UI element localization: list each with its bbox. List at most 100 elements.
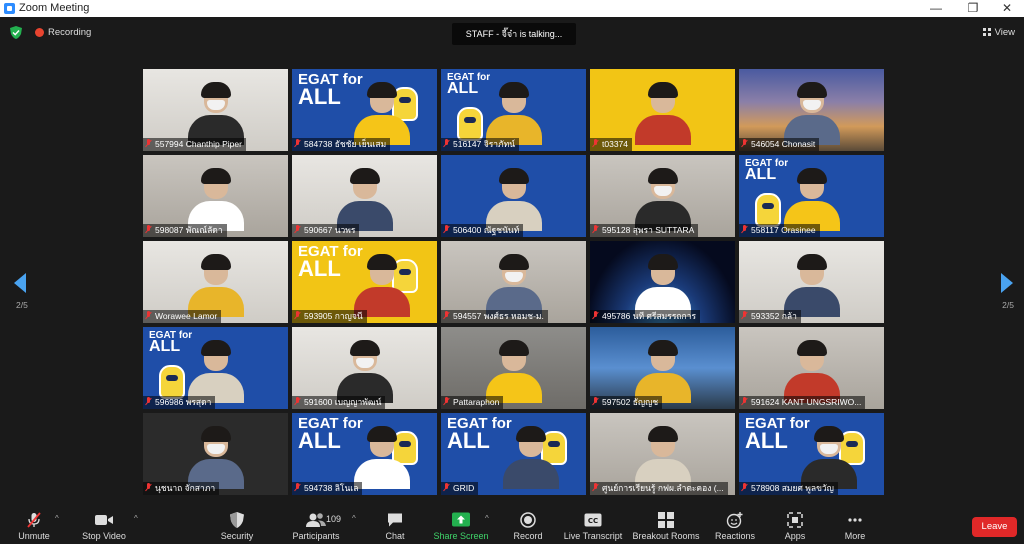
muted-mic-icon bbox=[443, 397, 450, 406]
participant-name: 578908 สมยศ พูลขวัญ bbox=[751, 483, 834, 493]
participant-tile[interactable]: 597502 ธัญญช bbox=[590, 327, 735, 409]
svg-text:CC: CC bbox=[588, 517, 598, 525]
unmute-label: Unmute bbox=[18, 531, 50, 541]
participant-tile[interactable]: 591600 เบญญาพัฒน์ bbox=[292, 327, 437, 409]
unmute-button[interactable]: Unmute bbox=[14, 506, 54, 544]
participant-tile[interactable]: 546054 Chonasit bbox=[739, 69, 884, 151]
muted-mic-icon bbox=[294, 225, 301, 234]
participant-tile[interactable]: 506400 ณัฐชนันท์ bbox=[441, 155, 586, 237]
security-label: Security bbox=[220, 531, 254, 541]
participant-tile[interactable]: 495786 นที ศรีสมรรถการ bbox=[590, 241, 735, 323]
participant-tile[interactable]: EGAT for ALL 516147 จิราภัทน์ bbox=[441, 69, 586, 151]
breakout-rooms-button[interactable]: Breakout Rooms bbox=[632, 506, 700, 544]
participant-avatar bbox=[783, 82, 840, 145]
participant-tile[interactable]: EGAT for ALL 596986 พรสุดา bbox=[143, 327, 288, 409]
participant-avatar bbox=[783, 254, 840, 317]
chat-button[interactable]: Chat bbox=[378, 506, 412, 544]
participant-tile[interactable]: EGAT for ALL GRID bbox=[441, 413, 586, 495]
maximize-button[interactable]: ❐ bbox=[956, 0, 990, 17]
participant-name-bar: 593905 กาญจนี bbox=[292, 310, 367, 323]
view-button[interactable]: View bbox=[982, 27, 1015, 38]
participant-name: t03374 bbox=[602, 139, 628, 149]
window-titlebar: Zoom Meeting — ❐ ✕ bbox=[0, 0, 1024, 17]
participant-tile[interactable]: EGAT for ALL 558117 Orasinee bbox=[739, 155, 884, 237]
muted-mic-icon bbox=[443, 311, 450, 320]
participant-name-bar: 598087 พัณณ์ลัดา bbox=[143, 224, 227, 237]
mascot-icon bbox=[457, 107, 483, 141]
participant-tile[interactable]: 590667 นวพร bbox=[292, 155, 437, 237]
stop-video-label: Stop Video bbox=[82, 531, 126, 541]
participant-tile[interactable]: Worawee Lamor bbox=[143, 241, 288, 323]
security-button[interactable]: Security bbox=[218, 506, 256, 544]
participant-avatar bbox=[336, 168, 393, 231]
egat-for-all-banner: EGAT for ALL bbox=[149, 331, 192, 355]
participant-tile[interactable]: t03374 bbox=[590, 69, 735, 151]
participant-name-bar: 596986 พรสุดา bbox=[143, 396, 216, 409]
minimize-button[interactable]: — bbox=[919, 0, 953, 17]
participants-options-chevron-icon[interactable]: ^ bbox=[352, 514, 356, 523]
recording-label[interactable]: Recording bbox=[48, 27, 91, 38]
participant-name-bar: 597502 ธัญญช bbox=[590, 396, 663, 409]
participant-name-bar: 594557 พงศ์ธร หอมช-ม. bbox=[441, 310, 548, 323]
participant-avatar bbox=[783, 340, 840, 403]
more-button[interactable]: More bbox=[838, 506, 872, 544]
participant-avatar bbox=[187, 426, 244, 489]
reactions-button[interactable]: Reactions bbox=[712, 506, 758, 544]
participant-tile[interactable]: 595128 สุพรา SUTTARA bbox=[590, 155, 735, 237]
video-options-chevron-icon[interactable]: ^ bbox=[134, 514, 138, 523]
closed-caption-icon: CC bbox=[584, 513, 602, 527]
participant-name-bar: 584738 ธัชชัย เย็นเสม bbox=[292, 138, 391, 151]
participant-name-bar: Pattaraphon bbox=[441, 396, 504, 409]
participant-name-bar: GRID bbox=[441, 482, 479, 495]
participant-tile[interactable]: EGAT for ALL 594738 ลิโนเล bbox=[292, 413, 437, 495]
apps-button[interactable]: Apps bbox=[780, 506, 810, 544]
participants-button[interactable]: Participants bbox=[290, 506, 342, 544]
participant-avatar bbox=[634, 340, 691, 403]
muted-mic-icon bbox=[145, 139, 152, 148]
participant-tile[interactable]: 598087 พัณณ์ลัดา bbox=[143, 155, 288, 237]
share-screen-label: Share Screen bbox=[433, 531, 489, 541]
egat-for-all-banner: EGAT for ALL bbox=[745, 159, 788, 183]
participant-name-bar: Worawee Lamor bbox=[143, 310, 222, 323]
participant-tile[interactable]: EGAT for ALL 593905 กาญจนี bbox=[292, 241, 437, 323]
participant-tile[interactable]: 593352 กล้า bbox=[739, 241, 884, 323]
live-transcript-label: Live Transcript bbox=[563, 531, 623, 541]
next-page-arrow-icon[interactable] bbox=[1001, 273, 1013, 293]
participant-name-bar: 516147 จิราภัทน์ bbox=[441, 138, 520, 151]
participant-tile[interactable]: ศูนย์การเรียนรู้ กฟผ.ลำตะคอง (... bbox=[590, 413, 735, 495]
share-screen-button[interactable]: Share Screen bbox=[432, 506, 490, 544]
record-button[interactable]: Record bbox=[510, 506, 546, 544]
participant-name: 506400 ณัฐชนันท์ bbox=[453, 225, 520, 235]
chat-label: Chat bbox=[385, 531, 405, 541]
apps-icon bbox=[787, 512, 803, 528]
stop-video-button[interactable]: Stop Video bbox=[78, 506, 130, 544]
participant-tile[interactable]: 591624 KANT UNGSRIWO... bbox=[739, 327, 884, 409]
participant-avatar bbox=[485, 82, 542, 145]
participant-avatar bbox=[485, 340, 542, 403]
participant-tile[interactable]: นุชนาถ จักสาภา bbox=[143, 413, 288, 495]
close-button[interactable]: ✕ bbox=[990, 0, 1024, 17]
participant-tile[interactable]: 557994 Chanthip Piper bbox=[143, 69, 288, 151]
audio-options-chevron-icon[interactable]: ^ bbox=[55, 514, 59, 523]
participant-avatar bbox=[187, 82, 244, 145]
live-transcript-button[interactable]: CC Live Transcript bbox=[562, 506, 624, 544]
previous-page-arrow-icon[interactable] bbox=[14, 273, 26, 293]
participant-tile[interactable]: EGAT for ALL 578908 สมยศ พูลขวัญ bbox=[739, 413, 884, 495]
muted-mic-icon bbox=[443, 139, 450, 148]
participant-avatar bbox=[783, 168, 840, 231]
participant-name: ศูนย์การเรียนรู้ กฟผ.ลำตะคอง (... bbox=[602, 483, 724, 493]
participant-tile[interactable]: 594557 พงศ์ธร หอมช-ม. bbox=[441, 241, 586, 323]
participant-avatar bbox=[502, 426, 559, 489]
leave-button[interactable]: Leave bbox=[972, 517, 1017, 537]
participant-tile[interactable]: EGAT for ALL 584738 ธัชชัย เย็นเสม bbox=[292, 69, 437, 151]
participant-name-bar: 557994 Chanthip Piper bbox=[143, 138, 246, 151]
participant-name: 546054 Chonasit bbox=[751, 139, 816, 149]
participant-tile[interactable]: Pattaraphon bbox=[441, 327, 586, 409]
participant-avatar bbox=[634, 426, 691, 489]
muted-mic-icon bbox=[592, 139, 599, 148]
participant-name-bar: 578908 สมยศ พูลขวัญ bbox=[739, 482, 838, 495]
share-options-chevron-icon[interactable]: ^ bbox=[485, 514, 489, 523]
encryption-shield-icon[interactable] bbox=[10, 26, 22, 39]
record-icon bbox=[520, 512, 536, 528]
participant-name-bar: 546054 Chonasit bbox=[739, 138, 820, 151]
